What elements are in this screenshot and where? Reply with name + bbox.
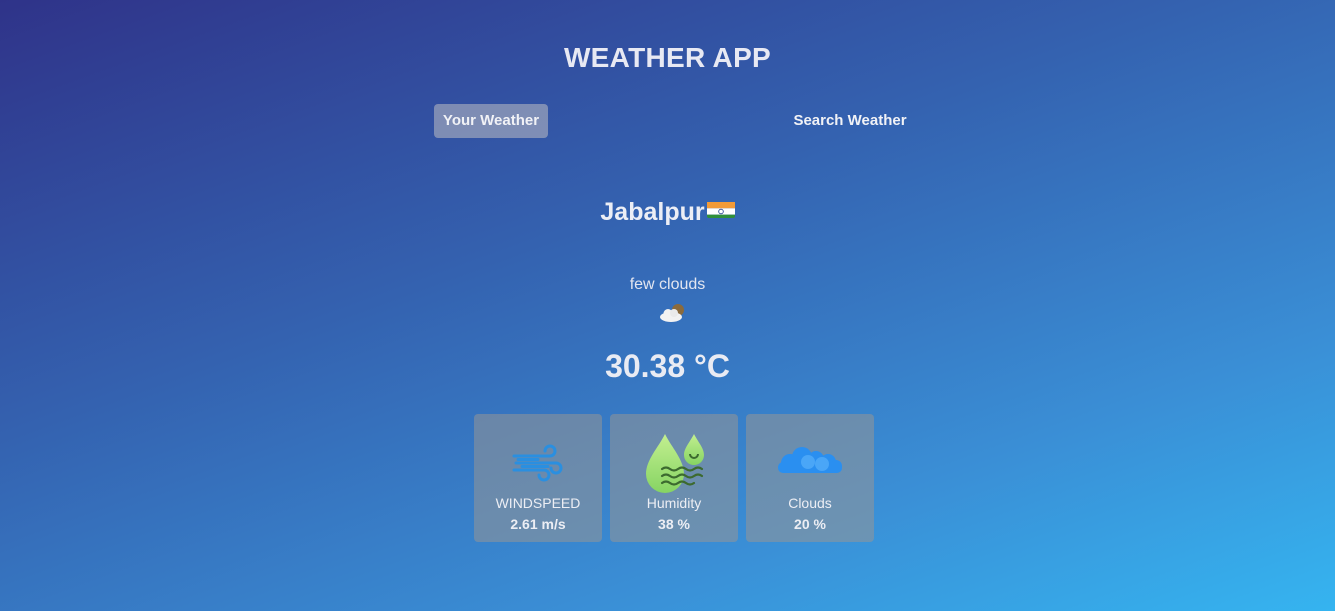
- city-name: Jabalpur: [600, 198, 705, 226]
- humidity-card: Humidity 38 %: [610, 414, 738, 542]
- tab-your-weather[interactable]: Your Weather: [434, 104, 548, 138]
- city-heading: Jabalpur: [0, 198, 1335, 227]
- india-flag-icon: [706, 199, 735, 218]
- clouds-icon: [746, 432, 874, 494]
- tab-search-weather[interactable]: Search Weather: [788, 104, 912, 138]
- few-clouds-icon: [658, 302, 688, 324]
- wind-icon: [474, 432, 602, 494]
- clouds-value: 20 %: [794, 516, 826, 532]
- windspeed-card: WINDSPEED 2.61 m/s: [474, 414, 602, 542]
- clouds-card: Clouds 20 %: [746, 414, 874, 542]
- windspeed-label: WINDSPEED: [495, 495, 581, 511]
- app-title: WEATHER APP: [563, 42, 772, 73]
- humidity-icon: [610, 432, 738, 494]
- clouds-label: Clouds: [788, 495, 832, 511]
- humidity-value: 38 %: [658, 516, 690, 532]
- humidity-label: Humidity: [646, 495, 702, 511]
- weather-description: few clouds: [629, 276, 706, 293]
- temperature: 30.38 °C: [605, 348, 730, 384]
- windspeed-value: 2.61 m/s: [510, 516, 566, 532]
